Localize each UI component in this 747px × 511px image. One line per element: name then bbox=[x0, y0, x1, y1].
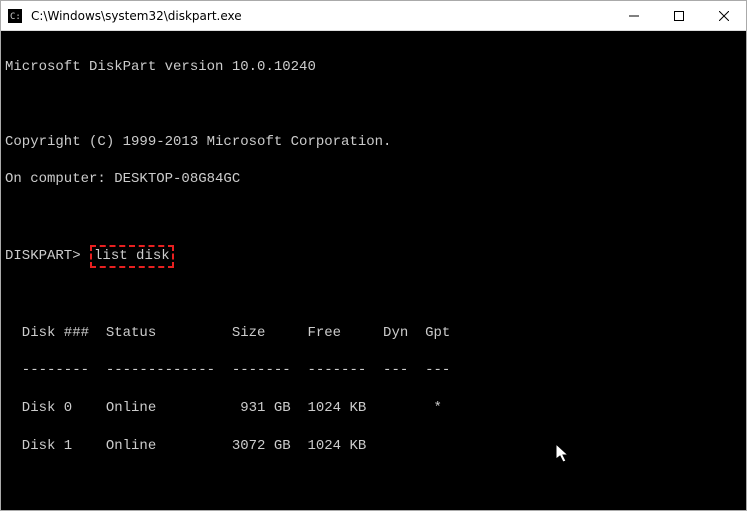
maximize-icon bbox=[674, 11, 684, 21]
minimize-icon bbox=[629, 11, 639, 21]
computer-line: On computer: DESKTOP-08G84GC bbox=[5, 170, 742, 189]
close-button[interactable] bbox=[701, 1, 746, 30]
blank-line bbox=[5, 475, 742, 493]
diskpart-window: C: C:\Windows\system32\diskpart.exe Micr… bbox=[0, 0, 747, 511]
prompt-line-1: DISKPART> list disk bbox=[5, 245, 742, 268]
version-line: Microsoft DiskPart version 10.0.10240 bbox=[5, 58, 742, 77]
table-header: Disk ### Status Size Free Dyn Gpt bbox=[5, 324, 742, 343]
minimize-button[interactable] bbox=[611, 1, 656, 30]
window-controls bbox=[611, 1, 746, 30]
command-list-disk: list disk bbox=[90, 245, 174, 268]
table-row: Disk 1 Online 3072 GB 1024 KB bbox=[5, 437, 742, 456]
titlebar[interactable]: C: C:\Windows\system32\diskpart.exe bbox=[1, 1, 746, 31]
copyright-line: Copyright (C) 1999-2013 Microsoft Corpor… bbox=[5, 133, 742, 152]
app-icon: C: bbox=[7, 8, 23, 24]
terminal-output[interactable]: Microsoft DiskPart version 10.0.10240 Co… bbox=[1, 31, 746, 510]
prompt: DISKPART> bbox=[5, 248, 81, 264]
svg-text:C:: C: bbox=[10, 12, 21, 22]
window-title: C:\Windows\system32\diskpart.exe bbox=[29, 9, 611, 23]
maximize-button[interactable] bbox=[656, 1, 701, 30]
blank-line bbox=[5, 96, 742, 114]
table-row: Disk 0 Online 931 GB 1024 KB * bbox=[5, 399, 742, 418]
blank-line bbox=[5, 287, 742, 305]
close-icon bbox=[719, 11, 729, 21]
blank-line bbox=[5, 208, 742, 226]
table-divider: -------- ------------- ------- ------- -… bbox=[5, 361, 742, 380]
